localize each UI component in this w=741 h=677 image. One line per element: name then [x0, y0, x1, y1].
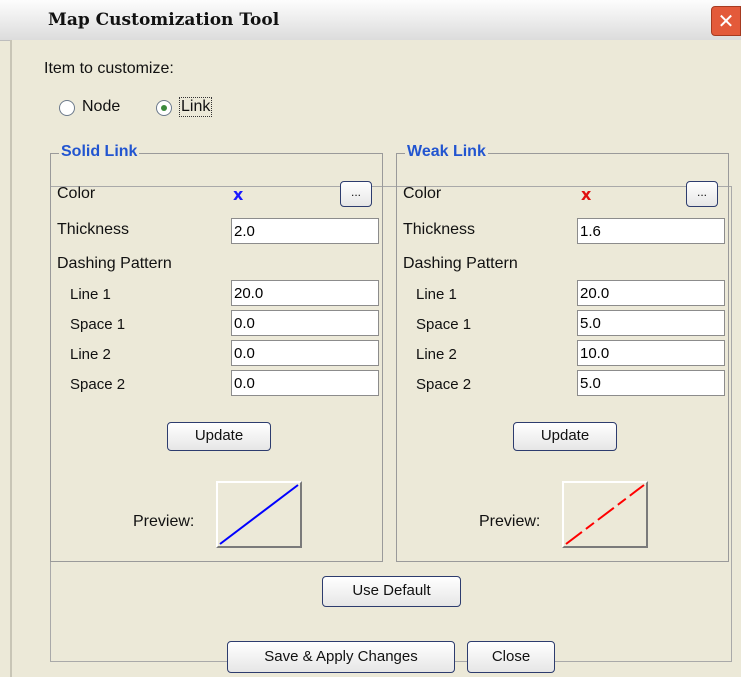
- weak-update-button[interactable]: Update: [513, 422, 617, 451]
- solid-preview-label: Preview:: [133, 513, 195, 530]
- radio-selected-dot: [161, 105, 167, 111]
- close-button[interactable]: Close: [467, 641, 555, 673]
- weak-preview-line: [565, 484, 645, 545]
- solid-space1-input[interactable]: [231, 310, 379, 336]
- map-customization-dialog: Map Customization Tool ✕ Item to customi…: [0, 0, 741, 677]
- solid-link-title: Solid Link: [59, 143, 140, 161]
- solid-thickness-input[interactable]: [231, 218, 379, 244]
- weak-preview-label: Preview:: [479, 513, 541, 530]
- solid-space1-label: Space 1: [70, 316, 126, 333]
- weak-space1-input[interactable]: [577, 310, 725, 336]
- weak-line1-label: Line 1: [416, 286, 457, 303]
- solid-update-button[interactable]: Update: [167, 422, 271, 451]
- weak-line1-input[interactable]: [577, 280, 725, 306]
- weak-thickness-input[interactable]: [577, 218, 725, 244]
- weak-color-browse-button[interactable]: ...: [686, 181, 718, 207]
- use-default-button[interactable]: Use Default: [322, 576, 461, 607]
- solid-space2-label: Space 2: [70, 376, 126, 393]
- solid-preview-box: [216, 481, 302, 548]
- weak-thickness-label: Thickness: [403, 221, 476, 238]
- window-title: Map Customization Tool: [48, 10, 280, 30]
- weak-link-title: Weak Link: [405, 143, 488, 161]
- node-radio-label[interactable]: Node: [82, 98, 120, 116]
- weak-space1-label: Space 1: [416, 316, 472, 333]
- weak-preview-box: [562, 481, 648, 548]
- node-radio[interactable]: [59, 100, 75, 116]
- solid-line2-label: Line 2: [70, 346, 111, 363]
- weak-color-swatch: x: [581, 185, 592, 204]
- item-to-customize-label: Item to customize:: [44, 60, 174, 77]
- link-radio-label[interactable]: Link: [178, 97, 213, 117]
- weak-space2-input[interactable]: [577, 370, 725, 396]
- solid-color-swatch: x: [233, 185, 244, 204]
- close-icon[interactable]: ✕: [711, 6, 741, 36]
- solid-link-group: Solid Link Color x ... Thickness Dashing…: [50, 143, 383, 562]
- weak-dashing-label: Dashing Pattern: [403, 255, 518, 272]
- solid-space2-input[interactable]: [231, 370, 379, 396]
- solid-thickness-label: Thickness: [57, 221, 130, 238]
- solid-dashing-label: Dashing Pattern: [57, 255, 172, 272]
- link-radio[interactable]: [156, 100, 172, 116]
- save-apply-button[interactable]: Save & Apply Changes: [227, 641, 455, 673]
- weak-color-label: Color: [403, 185, 442, 202]
- solid-line1-input[interactable]: [231, 280, 379, 306]
- weak-line2-input[interactable]: [577, 340, 725, 366]
- weak-line2-label: Line 2: [416, 346, 457, 363]
- solid-color-label: Color: [57, 185, 96, 202]
- title-bar: Map Customization Tool ✕: [0, 0, 741, 41]
- weak-link-group: Weak Link Color x ... Thickness Dashing …: [396, 143, 729, 562]
- solid-line1-label: Line 1: [70, 286, 111, 303]
- weak-space2-label: Space 2: [416, 376, 472, 393]
- solid-line2-input[interactable]: [231, 340, 379, 366]
- solid-preview-line: [219, 484, 299, 545]
- solid-color-browse-button[interactable]: ...: [340, 181, 372, 207]
